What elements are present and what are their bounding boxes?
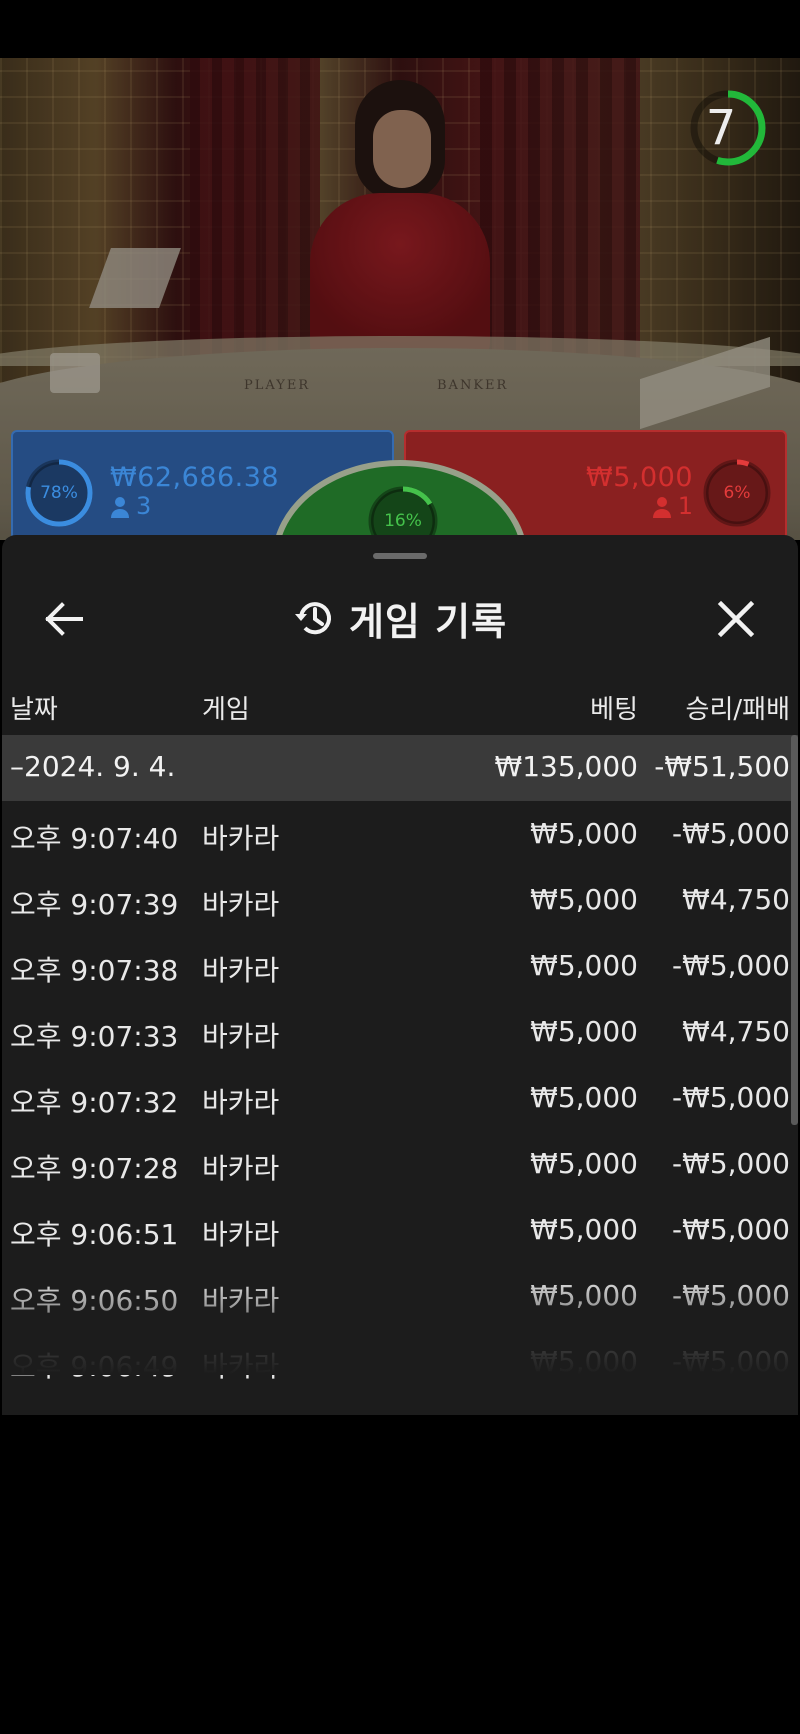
table-row[interactable]: 오후 9:07:28 바카라 ₩5,000 -₩5,000	[2, 1131, 798, 1197]
row-game: 바카라	[202, 1086, 280, 1119]
banker-bettor-count-value: 1	[677, 492, 693, 520]
row-time: 오후 9:07:33	[10, 1020, 179, 1053]
history-list: 오후 9:07:40 바카라 ₩5,000 -₩5,000 오후 9:07:39 바카라 ₩…	[2, 801, 798, 1383]
table-row[interactable]: 오후 9:06:49 바카라 ₩5,000 -₩5,000	[2, 1329, 798, 1395]
row-time: 오후 9:07:28	[10, 1152, 179, 1185]
row-bet: ₩5,000	[530, 817, 638, 850]
screen: PLAYER BANKER 7 78% ₩62,686.38 3 ₩5,000 …	[0, 0, 800, 1734]
row-win-loss: -₩5,000	[672, 1147, 790, 1180]
countdown-value: 7	[705, 100, 737, 156]
banker-bet-total: ₩5,000	[586, 462, 693, 493]
date-group-win-loss-total: -₩51,500	[654, 750, 790, 783]
countdown-timer: 7	[688, 88, 768, 168]
table-row[interactable]: 오후 9:07:38 바카라 ₩5,000 -₩5,000	[2, 933, 798, 999]
row-time: 오후 9:07:38	[10, 954, 179, 987]
row-win-loss: -₩5,000	[672, 949, 790, 982]
row-time: 오후 9:06:49	[10, 1350, 179, 1383]
column-header-bet[interactable]: 베팅	[590, 689, 638, 726]
column-header-date[interactable]: 날짜	[10, 689, 58, 726]
banker-percent-ring: 6%	[701, 457, 773, 529]
row-game: 바카라	[202, 1020, 280, 1053]
sheet-title: 게임 기록	[2, 575, 798, 661]
date-group-bet-total: ₩135,000	[494, 750, 638, 783]
row-game: 바카라	[202, 1218, 280, 1251]
row-game: 바카라	[202, 1284, 280, 1317]
table-row[interactable]: 오후 9:07:40 바카라 ₩5,000 -₩5,000	[2, 801, 798, 867]
row-bet: ₩5,000	[530, 1147, 638, 1180]
table-row[interactable]: 오후 9:07:33 바카라 ₩5,000 ₩4,750	[2, 999, 798, 1065]
row-bet: ₩5,000	[530, 949, 638, 982]
person-icon	[652, 497, 671, 518]
row-bet: ₩5,000	[530, 1081, 638, 1114]
row-win-loss: -₩5,000	[672, 1081, 790, 1114]
row-game: 바카라	[202, 1152, 280, 1185]
sheet-title-text: 게임 기록	[348, 599, 508, 644]
date-group-row[interactable]: –2024. 9. 4. ₩135,000 -₩51,500	[2, 735, 798, 801]
table-row[interactable]: 오후 9:06:51 바카라 ₩5,000 -₩5,000	[2, 1197, 798, 1263]
row-win-loss: -₩5,000	[672, 1345, 790, 1378]
row-time: 오후 9:07:40	[10, 822, 179, 855]
history-icon	[294, 602, 331, 635]
sheet-drag-handle[interactable]	[373, 553, 427, 559]
column-header-win-loss[interactable]: 승리/패배	[686, 689, 790, 726]
row-game: 바카라	[202, 1350, 280, 1383]
row-game: 바카라	[202, 822, 280, 855]
date-group-label: –2024. 9. 4.	[10, 750, 176, 783]
sheet-header: 게임 기록	[2, 575, 798, 661]
row-bet: ₩5,000	[530, 1345, 638, 1378]
row-win-loss: -₩5,000	[672, 1213, 790, 1246]
row-bet: ₩5,000	[530, 1015, 638, 1048]
table-row[interactable]: 오후 9:06:50 바카라 ₩5,000 -₩5,000	[2, 1263, 798, 1329]
row-game: 바카라	[202, 954, 280, 987]
table-row[interactable]: 오후 9:07:39 바카라 ₩5,000 ₩4,750	[2, 867, 798, 933]
table-row[interactable]: 오후 9:07:32 바카라 ₩5,000 -₩5,000	[2, 1065, 798, 1131]
close-icon	[717, 600, 755, 638]
player-bettor-count-value: 3	[136, 492, 152, 520]
player-percent-ring: 78%	[23, 457, 95, 529]
person-icon	[111, 497, 129, 518]
row-win-loss: ₩4,750	[682, 883, 790, 916]
row-win-loss: ₩4,750	[682, 1015, 790, 1048]
banker-percent: 6%	[723, 483, 751, 503]
player-percent: 78%	[40, 483, 78, 503]
row-bet: ₩5,000	[530, 883, 638, 916]
row-game: 바카라	[202, 888, 280, 921]
column-header-game[interactable]: 게임	[202, 689, 250, 726]
row-time: 오후 9:07:39	[10, 888, 179, 921]
row-time: 오후 9:06:51	[10, 1218, 179, 1251]
close-button[interactable]	[706, 589, 766, 649]
game-history-sheet: 게임 기록 날짜 게임 베팅 승리/패배 –2024. 9. 4. ₩135,0…	[2, 535, 798, 1415]
player-bet-total: ₩62,686.38	[110, 462, 280, 493]
banker-bettor-count: 1	[652, 492, 693, 520]
player-bettor-count: 3	[110, 492, 151, 520]
row-time: 오후 9:06:50	[10, 1284, 179, 1317]
row-bet: ₩5,000	[530, 1279, 638, 1312]
scrollbar[interactable]	[791, 735, 798, 1125]
history-table-header: 날짜 게임 베팅 승리/패배	[2, 675, 798, 735]
row-win-loss: -₩5,000	[672, 817, 790, 850]
row-bet: ₩5,000	[530, 1213, 638, 1246]
row-win-loss: -₩5,000	[672, 1279, 790, 1312]
row-time: 오후 9:07:32	[10, 1086, 179, 1119]
